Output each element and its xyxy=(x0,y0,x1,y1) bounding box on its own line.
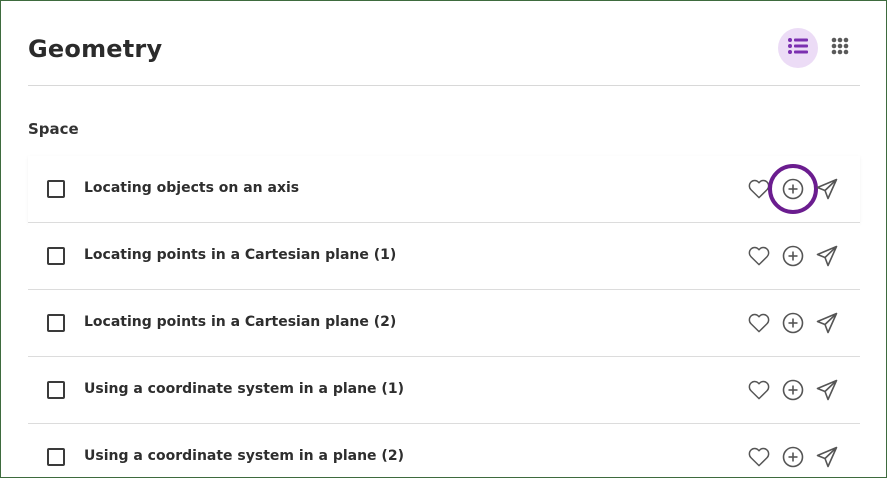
grid-view-icon xyxy=(831,37,849,60)
list-item: Using a coordinate system in a plane (1) xyxy=(28,357,860,424)
row-checkbox[interactable] xyxy=(47,314,65,332)
list-view-icon xyxy=(788,37,808,60)
list-item: Locating objects on an axis xyxy=(28,156,860,223)
list-item: Locating points in a Cartesian plane (2) xyxy=(28,290,860,357)
favorite-button[interactable] xyxy=(746,310,772,336)
add-circle-icon xyxy=(782,245,804,267)
row-actions xyxy=(746,164,848,214)
favorite-button[interactable] xyxy=(746,243,772,269)
add-circle-icon xyxy=(782,379,804,401)
add-button[interactable] xyxy=(780,310,806,336)
add-circle-icon xyxy=(782,446,804,468)
row-label: Locating objects on an axis xyxy=(84,180,300,196)
favorite-button[interactable] xyxy=(746,377,772,403)
send-button[interactable] xyxy=(814,377,840,403)
row-label: Locating points in a Cartesian plane (2) xyxy=(84,314,397,330)
list-view-button[interactable] xyxy=(778,28,818,68)
page-header: Geometry xyxy=(28,22,860,86)
add-circle-icon xyxy=(782,178,804,200)
row-checkbox[interactable] xyxy=(47,381,65,399)
send-icon xyxy=(816,178,838,200)
add-button[interactable] xyxy=(780,444,806,470)
row-actions xyxy=(746,243,848,269)
send-icon xyxy=(816,312,838,334)
row-label: Locating points in a Cartesian plane (1) xyxy=(84,247,397,263)
row-label: Using a coordinate system in a plane (2) xyxy=(84,448,404,464)
heart-icon xyxy=(748,313,770,333)
heart-icon xyxy=(748,447,770,467)
heart-icon xyxy=(748,380,770,400)
send-button[interactable] xyxy=(814,444,840,470)
lesson-list: Locating objects on an axis Locating poi… xyxy=(28,156,860,478)
heart-icon xyxy=(748,246,770,266)
send-icon xyxy=(816,446,838,468)
add-button[interactable] xyxy=(768,164,818,214)
heart-icon xyxy=(748,179,770,199)
row-actions xyxy=(746,377,848,403)
send-button[interactable] xyxy=(814,310,840,336)
add-button[interactable] xyxy=(780,377,806,403)
favorite-button[interactable] xyxy=(746,444,772,470)
row-checkbox[interactable] xyxy=(47,448,65,466)
grid-view-button[interactable] xyxy=(820,28,860,68)
favorite-button[interactable] xyxy=(746,176,772,202)
page-container: Geometry Space Locating objects on an ax… xyxy=(28,0,860,478)
row-checkbox[interactable] xyxy=(47,247,65,265)
row-checkbox[interactable] xyxy=(47,180,65,198)
send-button[interactable] xyxy=(814,243,840,269)
list-item: Using a coordinate system in a plane (2) xyxy=(28,424,860,478)
list-item: Locating points in a Cartesian plane (1) xyxy=(28,223,860,290)
row-actions xyxy=(746,310,848,336)
send-icon xyxy=(816,245,838,267)
send-icon xyxy=(816,379,838,401)
send-button[interactable] xyxy=(814,176,840,202)
row-label: Using a coordinate system in a plane (1) xyxy=(84,381,404,397)
section-title: Space xyxy=(28,120,79,138)
add-circle-icon xyxy=(782,312,804,334)
row-actions xyxy=(746,444,848,470)
add-button[interactable] xyxy=(780,243,806,269)
page-title: Geometry xyxy=(28,35,163,63)
